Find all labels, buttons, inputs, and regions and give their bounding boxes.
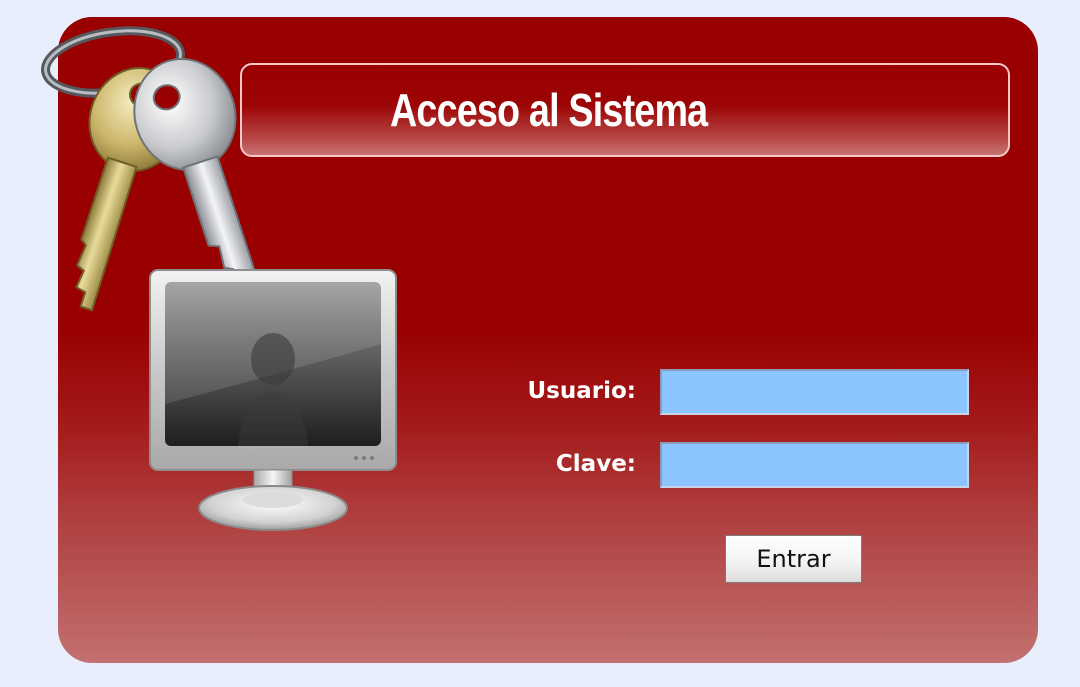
username-label: Usuario: [527,378,637,404]
login-illustration [41,26,397,531]
page-title: Acceso al Sistema [390,84,708,136]
monitor-icon [149,269,397,531]
password-field[interactable] [660,442,969,488]
username-field[interactable] [660,369,969,415]
submit-button[interactable]: Entrar [725,535,862,583]
password-label: Clave: [555,451,636,477]
